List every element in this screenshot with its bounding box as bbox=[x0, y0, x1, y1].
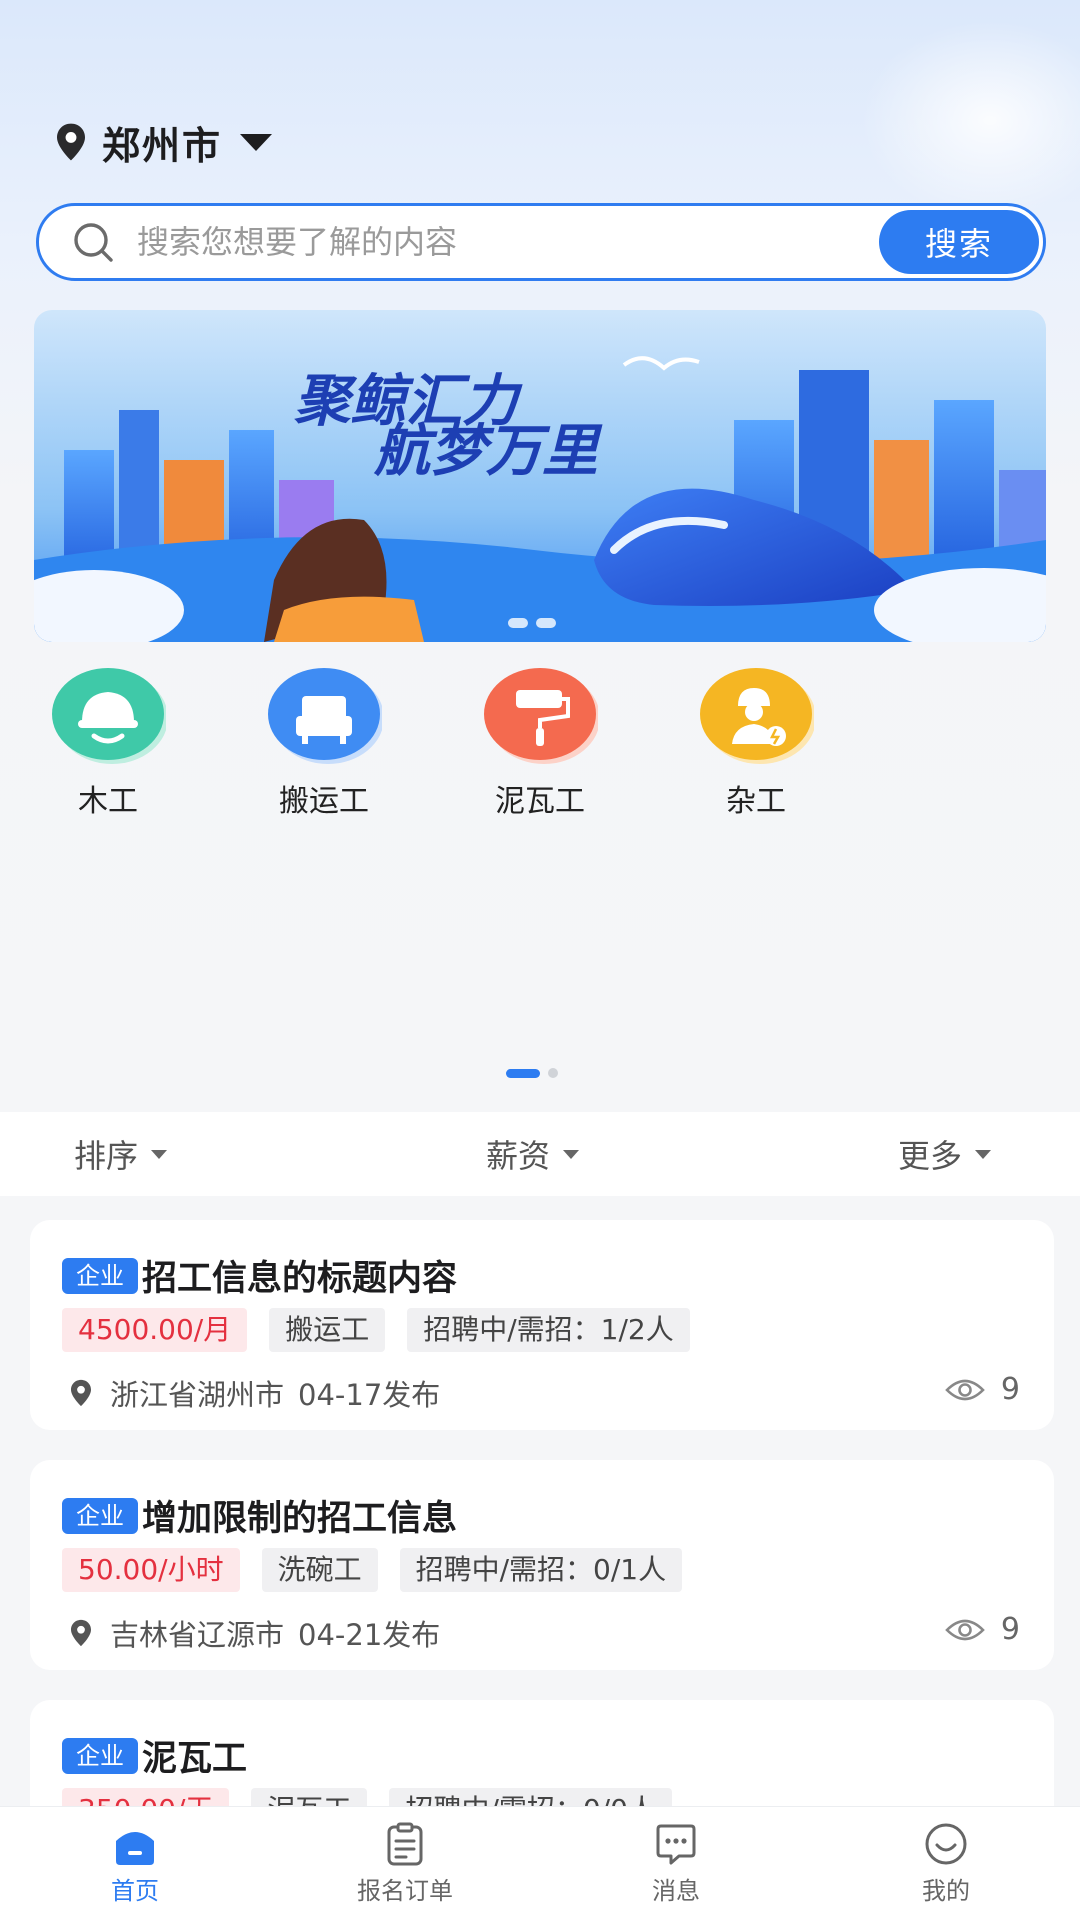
job-title: 泥瓦工 bbox=[142, 1739, 248, 1779]
sofa-icon bbox=[268, 668, 382, 764]
job-card-header: 企业 泥瓦工 bbox=[62, 1730, 247, 1781]
search-icon bbox=[74, 223, 113, 262]
promo-banner[interactable]: 聚鲸汇力 航梦万里 bbox=[34, 310, 1046, 642]
recruit-status-tag: 招聘中/需招：0/1人 bbox=[399, 1548, 683, 1592]
category-mover[interactable]: 搬运工 bbox=[244, 666, 404, 820]
caret-down-icon bbox=[240, 134, 273, 151]
category-handyman[interactable]: 杂工 bbox=[676, 666, 836, 820]
job-type-tag: 搬运工 bbox=[269, 1308, 386, 1352]
category-label: 杂工 bbox=[726, 784, 786, 819]
job-tags: 4500.00/月 搬运工 招聘中/需招：1/2人 bbox=[62, 1308, 712, 1352]
search-bar: 搜索 bbox=[36, 203, 1046, 281]
banner-illustration: 聚鲸汇力 航梦万里 bbox=[34, 310, 1046, 642]
banner-dot bbox=[508, 618, 528, 628]
location-pin-icon bbox=[71, 1379, 91, 1407]
eye-icon bbox=[945, 1619, 985, 1640]
job-card-header: 企业 招工信息的标题内容 bbox=[62, 1250, 457, 1301]
message-icon bbox=[656, 1824, 696, 1865]
profile-icon bbox=[925, 1823, 967, 1865]
location-selector[interactable]: 郑州市 bbox=[50, 115, 274, 169]
page-dot bbox=[548, 1068, 558, 1078]
location-pin-icon bbox=[71, 1619, 91, 1647]
tab-profile[interactable]: 我的 bbox=[866, 1813, 1026, 1906]
salary-tag: 50.00/小时 bbox=[62, 1548, 240, 1592]
job-meta: 浙江省湖州市 04-17发布 bbox=[66, 1372, 440, 1414]
job-date: 04-21发布 bbox=[298, 1618, 441, 1652]
filter-bar: 排序 薪资 更多 bbox=[0, 1112, 1080, 1196]
caret-down-icon bbox=[975, 1149, 992, 1159]
category-label: 泥瓦工 bbox=[495, 784, 585, 819]
job-type-tag: 洗碗工 bbox=[261, 1548, 378, 1592]
job-card-header: 企业 增加限制的招工信息 bbox=[62, 1490, 457, 1541]
location-pin-icon bbox=[57, 123, 85, 161]
caret-down-icon bbox=[563, 1149, 580, 1159]
view-count-value: 9 bbox=[1000, 1612, 1020, 1647]
tab-label: 我的 bbox=[922, 1877, 970, 1905]
category-carpenter[interactable]: 木工 bbox=[28, 666, 188, 820]
worker-icon bbox=[700, 668, 814, 764]
job-card[interactable]: 企业 增加限制的招工信息 50.00/小时 洗碗工 招聘中/需招：0/1人 吉林… bbox=[30, 1460, 1054, 1670]
tab-home[interactable]: 首页 bbox=[55, 1813, 215, 1906]
more-filter[interactable]: 更多 bbox=[898, 1112, 992, 1196]
job-date: 04-17发布 bbox=[298, 1378, 441, 1412]
view-count: 9 bbox=[945, 1372, 1020, 1407]
banner-dot bbox=[536, 618, 556, 628]
search-input[interactable] bbox=[137, 212, 879, 272]
category-grid: 木工 搬运工 泥瓦工 杂工 bbox=[0, 666, 1080, 826]
tab-label: 报名订单 bbox=[357, 1877, 453, 1905]
job-tags: 50.00/小时 洗碗工 招聘中/需招：0/1人 bbox=[62, 1548, 704, 1592]
job-location: 吉林省辽源市 bbox=[110, 1618, 285, 1652]
search-button[interactable]: 搜索 bbox=[879, 210, 1039, 274]
eye-icon bbox=[945, 1379, 985, 1400]
view-count: 9 bbox=[945, 1612, 1020, 1647]
home-icon bbox=[116, 1832, 154, 1865]
salary-tag: 4500.00/月 bbox=[62, 1308, 248, 1352]
tab-messages[interactable]: 消息 bbox=[596, 1813, 756, 1906]
job-card[interactable]: 企业 招工信息的标题内容 4500.00/月 搬运工 招聘中/需招：1/2人 浙… bbox=[30, 1220, 1054, 1430]
helmet-icon bbox=[52, 668, 166, 764]
more-filter-label: 更多 bbox=[898, 1137, 963, 1175]
enterprise-badge: 企业 bbox=[62, 1257, 138, 1294]
caret-down-icon bbox=[151, 1149, 168, 1159]
view-count-value: 9 bbox=[1000, 1372, 1020, 1407]
sort-filter-label: 排序 bbox=[74, 1137, 139, 1175]
category-label: 搬运工 bbox=[279, 784, 369, 819]
job-title: 增加限制的招工信息 bbox=[142, 1499, 458, 1539]
banner-indicator bbox=[508, 618, 564, 628]
job-location: 浙江省湖州市 bbox=[110, 1378, 285, 1412]
category-label: 木工 bbox=[78, 784, 138, 819]
job-title: 招工信息的标题内容 bbox=[142, 1259, 458, 1299]
salary-filter[interactable]: 薪资 bbox=[486, 1112, 580, 1196]
page-dot-active bbox=[506, 1068, 540, 1078]
tab-label: 消息 bbox=[652, 1877, 700, 1905]
enterprise-badge: 企业 bbox=[62, 1497, 138, 1534]
tab-label: 首页 bbox=[111, 1877, 159, 1905]
bottom-tab-bar: 首页 报名订单 消息 我的 bbox=[0, 1806, 1080, 1920]
salary-filter-label: 薪资 bbox=[486, 1137, 551, 1175]
category-page-indicator bbox=[506, 1068, 558, 1078]
sort-filter[interactable]: 排序 bbox=[74, 1112, 168, 1196]
job-meta: 吉林省辽源市 04-21发布 bbox=[66, 1612, 440, 1654]
recruit-status-tag: 招聘中/需招：1/2人 bbox=[407, 1308, 690, 1352]
order-icon bbox=[387, 1822, 423, 1866]
city-name: 郑州市 bbox=[102, 123, 223, 168]
paint-roller-icon bbox=[484, 668, 598, 764]
tab-orders[interactable]: 报名订单 bbox=[325, 1813, 485, 1906]
category-mason[interactable]: 泥瓦工 bbox=[460, 666, 620, 820]
enterprise-badge: 企业 bbox=[62, 1737, 138, 1774]
banner-slogan-line2: 航梦万里 bbox=[373, 419, 603, 484]
